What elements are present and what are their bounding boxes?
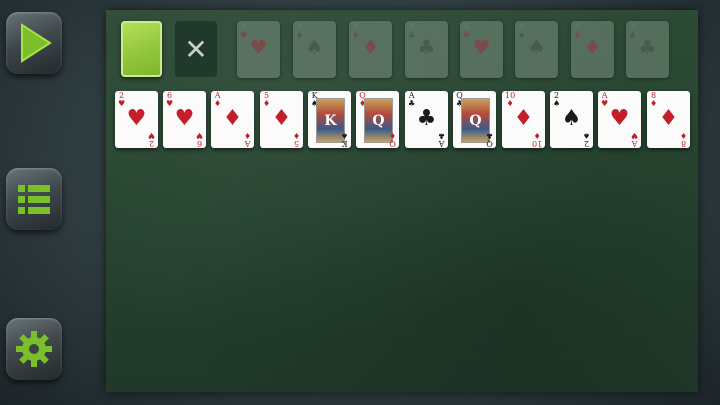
card-pips: ♥ <box>126 106 147 131</box>
menu-list-icon <box>18 185 50 214</box>
card-pips: ♠ <box>561 106 582 131</box>
card-corner-bottom: 6 ♥ <box>195 131 203 148</box>
tableau-card[interactable]: 2 ♥ ♥ 2 ♥ <box>115 91 158 148</box>
foundation-pile[interactable]: A ♣ ♣ <box>405 21 448 78</box>
foundation-pile[interactable]: A ♥ ♥ <box>460 21 503 78</box>
tableau-card[interactable]: 6 ♥ ♥ 6 ♥ <box>163 91 206 148</box>
foundation-pile[interactable]: A ♠ ♠ <box>515 21 558 78</box>
play-button[interactable] <box>6 12 62 74</box>
card-corner-bottom: A ♥ <box>630 131 638 148</box>
tableau-card[interactable]: K ♠ K K ♠ <box>308 91 351 148</box>
tableau-card[interactable]: 10 ♦ ♦ 10 ♦ <box>502 91 545 148</box>
foundation-suit: ♠ <box>527 35 546 59</box>
card-corner-bottom: 2 ♥ <box>147 131 155 148</box>
foundation-suit: ♦ <box>361 35 380 59</box>
card-pips: ♦ <box>513 106 534 131</box>
card-corner-bottom: A ♦ <box>243 131 251 148</box>
card-corner-bottom: A ♣ <box>437 131 445 148</box>
card-corner-bottom: K ♠ <box>340 131 348 148</box>
foundation-suit: ♠ <box>305 35 324 59</box>
tableau-card[interactable]: Q ♦ Q Q ♦ <box>356 91 399 148</box>
card-corner-bottom: Q ♣ <box>485 131 493 148</box>
foundation-suit: ♥ <box>249 35 268 59</box>
card-corner-bottom: 2 ♠ <box>582 131 590 148</box>
foundation-pile[interactable]: A ♥ ♥ <box>237 21 280 78</box>
tableau-card[interactable]: 8 ♦ ♦ 8 ♦ <box>647 91 690 148</box>
foundation-suit: ♣ <box>417 35 436 59</box>
tableau-card[interactable]: 2 ♠ ♠ 2 ♠ <box>550 91 593 148</box>
tableau-card[interactable]: A ♣ ♣ A ♣ <box>405 91 448 148</box>
card-corner-bottom: Q ♦ <box>388 131 396 148</box>
tableau-card[interactable]: Q ♣ Q Q ♣ <box>453 91 496 148</box>
x-icon: ✕ <box>184 32 208 66</box>
card-pips: ♦ <box>222 106 243 131</box>
card-corner-bottom: 5 ♦ <box>292 131 300 148</box>
card-pips: ♥ <box>174 106 195 131</box>
settings-button[interactable] <box>6 318 62 380</box>
menu-button[interactable] <box>6 168 62 230</box>
foundation-pile[interactable]: A ♦ ♦ <box>571 21 614 78</box>
foundation-pile[interactable]: A ♠ ♠ <box>293 21 336 78</box>
card-corner-bottom: 10 ♦ <box>531 131 542 148</box>
card-pips: ♥ <box>609 106 630 131</box>
foundation-pile[interactable]: A ♣ ♣ <box>626 21 669 78</box>
tableau-card[interactable]: A ♥ ♥ A ♥ <box>598 91 641 148</box>
tableau-card[interactable]: A ♦ ♦ A ♦ <box>211 91 254 148</box>
foundation-suit: ♦ <box>583 35 602 59</box>
foundation-suit: ♣ <box>638 35 657 59</box>
card-pips: ♦ <box>271 106 292 131</box>
gear-icon <box>16 331 52 367</box>
play-icon <box>21 23 52 63</box>
waste-pile[interactable]: ✕ <box>175 21 217 77</box>
card-pips: ♦ <box>658 106 679 131</box>
card-corner-bottom: 8 ♦ <box>679 131 687 148</box>
foundation-pile[interactable]: A ♦ ♦ <box>349 21 392 78</box>
tableau-card[interactable]: 5 ♦ ♦ 5 ♦ <box>260 91 303 148</box>
stock-pile[interactable] <box>121 21 162 77</box>
card-pips: ♣ <box>416 106 437 131</box>
foundation-suit: ♥ <box>472 35 491 59</box>
